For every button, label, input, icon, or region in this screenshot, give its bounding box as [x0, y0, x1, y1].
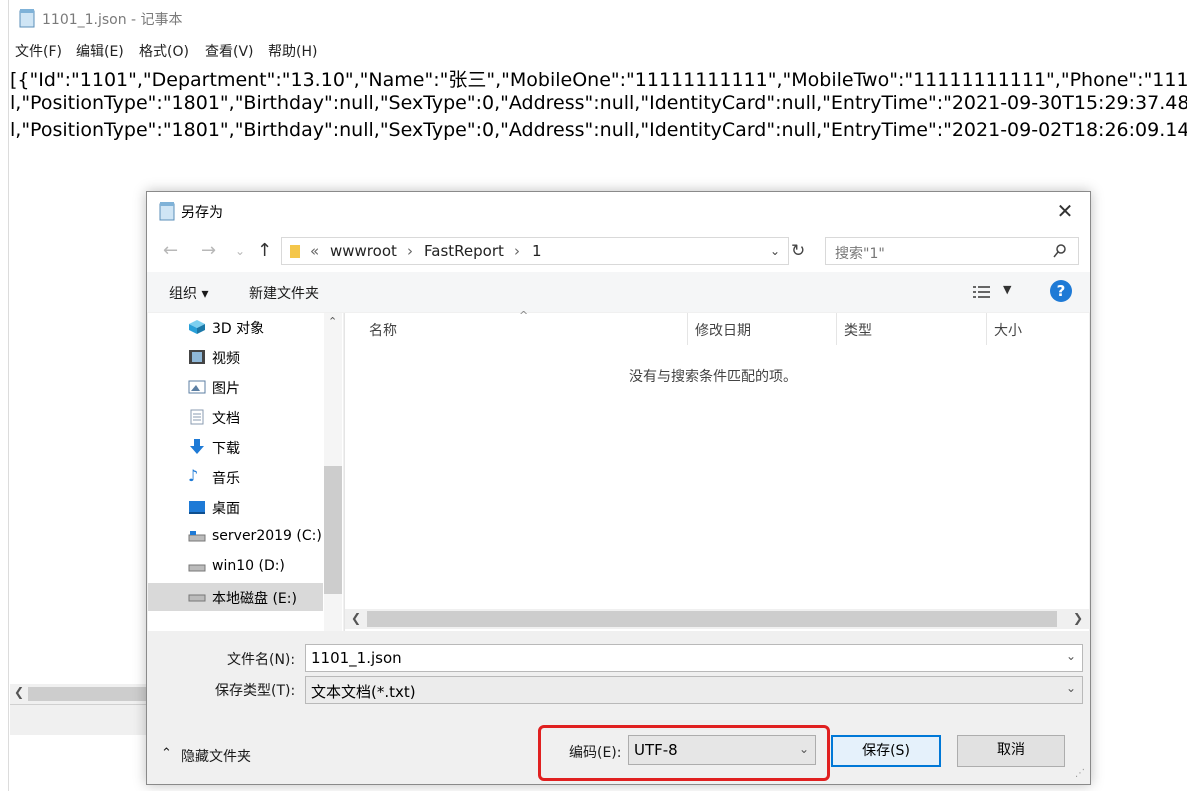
drive-c-icon — [188, 529, 206, 545]
search-icon[interactable] — [1052, 243, 1068, 259]
navigation-pane: 3D 对象 视频 图片 文档 下载 ♪ 音乐 桌面 server2019 (C: — [148, 313, 343, 631]
help-icon[interactable]: ? — [1050, 280, 1072, 302]
nav-item-drive-e[interactable]: 本地磁盘 (E:) — [148, 583, 323, 611]
filetype-select[interactable]: 文本文档(*.txt) ⌄ — [305, 676, 1083, 704]
breadcrumb-1[interactable]: 1 — [532, 242, 542, 260]
menu-file[interactable]: 文件(F) — [15, 41, 62, 61]
hide-folders-toggle[interactable]: 隐藏文件夹 — [181, 746, 251, 766]
notepad-statusbar — [10, 704, 146, 735]
nav-item-pictures[interactable]: 图片 — [148, 373, 323, 401]
music-icon: ♪ — [188, 466, 199, 485]
nav-item-drive-c[interactable]: server2019 (C:) — [148, 523, 323, 551]
navigation-pane-scrollbar[interactable]: ⌃ — [324, 313, 342, 631]
close-icon[interactable]: ✕ — [1052, 198, 1078, 224]
notepad-icon — [19, 9, 35, 28]
navigation-bar: ← → ⌄ ↑ « wwwroot › FastReport › 1 ⌄ ↻ 搜… — [147, 230, 1090, 272]
dialog-titlebar: 另存为 ✕ — [147, 192, 1090, 230]
file-list-horizontal-scrollbar[interactable]: ❮ ❯ — [345, 609, 1089, 629]
scroll-left-icon[interactable]: ❮ — [351, 611, 361, 625]
column-divider[interactable] — [687, 313, 688, 345]
text-line: l,"PositionType":"1801","Birthday":null,… — [10, 92, 1187, 114]
notepad-menubar: 文件(F) 编辑(E) 格式(O) 查看(V) 帮助(H) — [10, 38, 1187, 62]
column-header-date-modified[interactable]: 修改日期 — [695, 320, 751, 340]
breadcrumb-wwwroot[interactable]: wwwroot — [330, 242, 397, 260]
text-line: l,"PositionType":"1801","Birthday":null,… — [10, 119, 1187, 141]
scroll-left-icon[interactable]: ❮ — [14, 685, 24, 699]
drive-d-icon — [188, 559, 206, 575]
chevron-down-icon[interactable]: ⌄ — [770, 244, 780, 258]
forward-arrow-icon[interactable]: → — [201, 240, 216, 261]
dialog-title: 另存为 — [181, 205, 223, 221]
drive-e-icon — [188, 589, 206, 605]
filename-label: 文件名(N): — [227, 652, 296, 668]
nav-item-downloads[interactable]: 下载 — [148, 433, 323, 461]
breadcrumb-overflow[interactable]: « — [310, 242, 319, 260]
3d-objects-icon — [188, 319, 206, 335]
notepad-titlebar: 1101_1.json - 记事本 — [10, 0, 1187, 38]
scroll-thumb[interactable] — [367, 611, 1057, 627]
address-bar[interactable]: « wwwroot › FastReport › 1 ⌄ — [281, 237, 789, 265]
new-folder-button[interactable]: 新建文件夹 — [249, 283, 319, 303]
organize-button[interactable]: 组织 ▾ — [169, 283, 208, 303]
up-arrow-icon[interactable]: ↑ — [257, 240, 272, 261]
desktop-icon — [188, 499, 206, 515]
downloads-icon — [188, 439, 206, 455]
column-header-type[interactable]: 类型 — [844, 320, 872, 340]
save-button[interactable]: 保存(S) — [831, 735, 941, 767]
chevron-down-icon[interactable]: ⌄ — [235, 244, 245, 258]
resize-grip-icon[interactable]: ⋰ — [1075, 768, 1085, 779]
text-line: [{"Id":"1101","Department":"13.10","Name… — [10, 69, 1187, 91]
search-placeholder: 搜索"1" — [835, 246, 885, 262]
scroll-right-icon[interactable]: ❯ — [1073, 611, 1083, 625]
nav-item-music[interactable]: ♪ 音乐 — [148, 463, 323, 491]
breadcrumb-fastreport[interactable]: FastReport — [424, 242, 504, 260]
filetype-value: 文本文档(*.txt) — [311, 683, 416, 701]
nav-item-documents[interactable]: 文档 — [148, 403, 323, 431]
filename-input[interactable]: 1101_1.json ⌄ — [305, 644, 1083, 672]
back-arrow-icon[interactable]: ← — [163, 240, 178, 261]
hide-folders-chevron-icon[interactable]: ⌃ — [161, 746, 172, 761]
folder-icon — [290, 245, 300, 258]
documents-icon — [188, 409, 206, 425]
column-header-name[interactable]: 名称 — [369, 320, 397, 340]
chevron-down-icon[interactable]: ⌄ — [1066, 681, 1076, 695]
column-divider[interactable] — [986, 313, 987, 345]
menu-view[interactable]: 查看(V) — [205, 41, 254, 61]
encoding-highlight-box — [538, 725, 830, 781]
chevron-right-icon: › — [514, 242, 520, 260]
view-dropdown-icon[interactable]: ▼ — [1003, 283, 1011, 296]
column-header-size[interactable]: 大小 — [994, 320, 1022, 340]
menu-edit[interactable]: 编辑(E) — [76, 41, 124, 61]
save-as-dialog: 另存为 ✕ ← → ⌄ ↑ « wwwroot › FastReport › 1… — [146, 191, 1091, 785]
menu-format[interactable]: 格式(O) — [139, 41, 189, 61]
notepad-text-area[interactable]: [{"Id":"1101","Department":"13.10","Name… — [10, 63, 1187, 153]
nav-item-3d-objects[interactable]: 3D 对象 — [148, 313, 323, 341]
notepad-horizontal-scrollbar[interactable]: ❮ — [10, 684, 146, 704]
cancel-button[interactable]: 取消 — [957, 735, 1065, 767]
video-icon — [188, 349, 206, 365]
command-bar: 组织 ▾ 新建文件夹 ▼ ? — [147, 272, 1090, 312]
column-divider[interactable] — [836, 313, 837, 345]
notepad-title: 1101_1.json - 记事本 — [42, 12, 183, 28]
view-options-icon[interactable] — [973, 285, 993, 299]
notepad-icon — [159, 202, 175, 221]
filetype-label: 保存类型(T): — [215, 683, 296, 699]
background-window-edge — [0, 0, 9, 791]
search-input[interactable]: 搜索"1" — [825, 237, 1079, 265]
scroll-thumb[interactable] — [28, 687, 146, 701]
empty-results-message: 没有与搜索条件匹配的项。 — [629, 369, 797, 385]
pictures-icon — [188, 379, 206, 395]
filename-value: 1101_1.json — [311, 649, 402, 667]
nav-item-desktop[interactable]: 桌面 — [148, 493, 323, 521]
chevron-down-icon[interactable]: ⌄ — [1066, 649, 1076, 663]
scroll-up-icon[interactable]: ⌃ — [328, 315, 337, 328]
nav-item-drive-d[interactable]: win10 (D:) — [148, 553, 323, 581]
refresh-icon[interactable]: ↻ — [791, 241, 805, 261]
nav-item-videos[interactable]: 视频 — [148, 343, 323, 371]
file-list: 名称 ^ 修改日期 类型 大小 没有与搜索条件匹配的项。 ❮ ❯ — [344, 309, 1089, 631]
chevron-right-icon: › — [407, 242, 413, 260]
sort-ascending-icon: ^ — [519, 309, 529, 322]
scroll-thumb[interactable] — [324, 466, 342, 594]
menu-help[interactable]: 帮助(H) — [268, 41, 317, 61]
